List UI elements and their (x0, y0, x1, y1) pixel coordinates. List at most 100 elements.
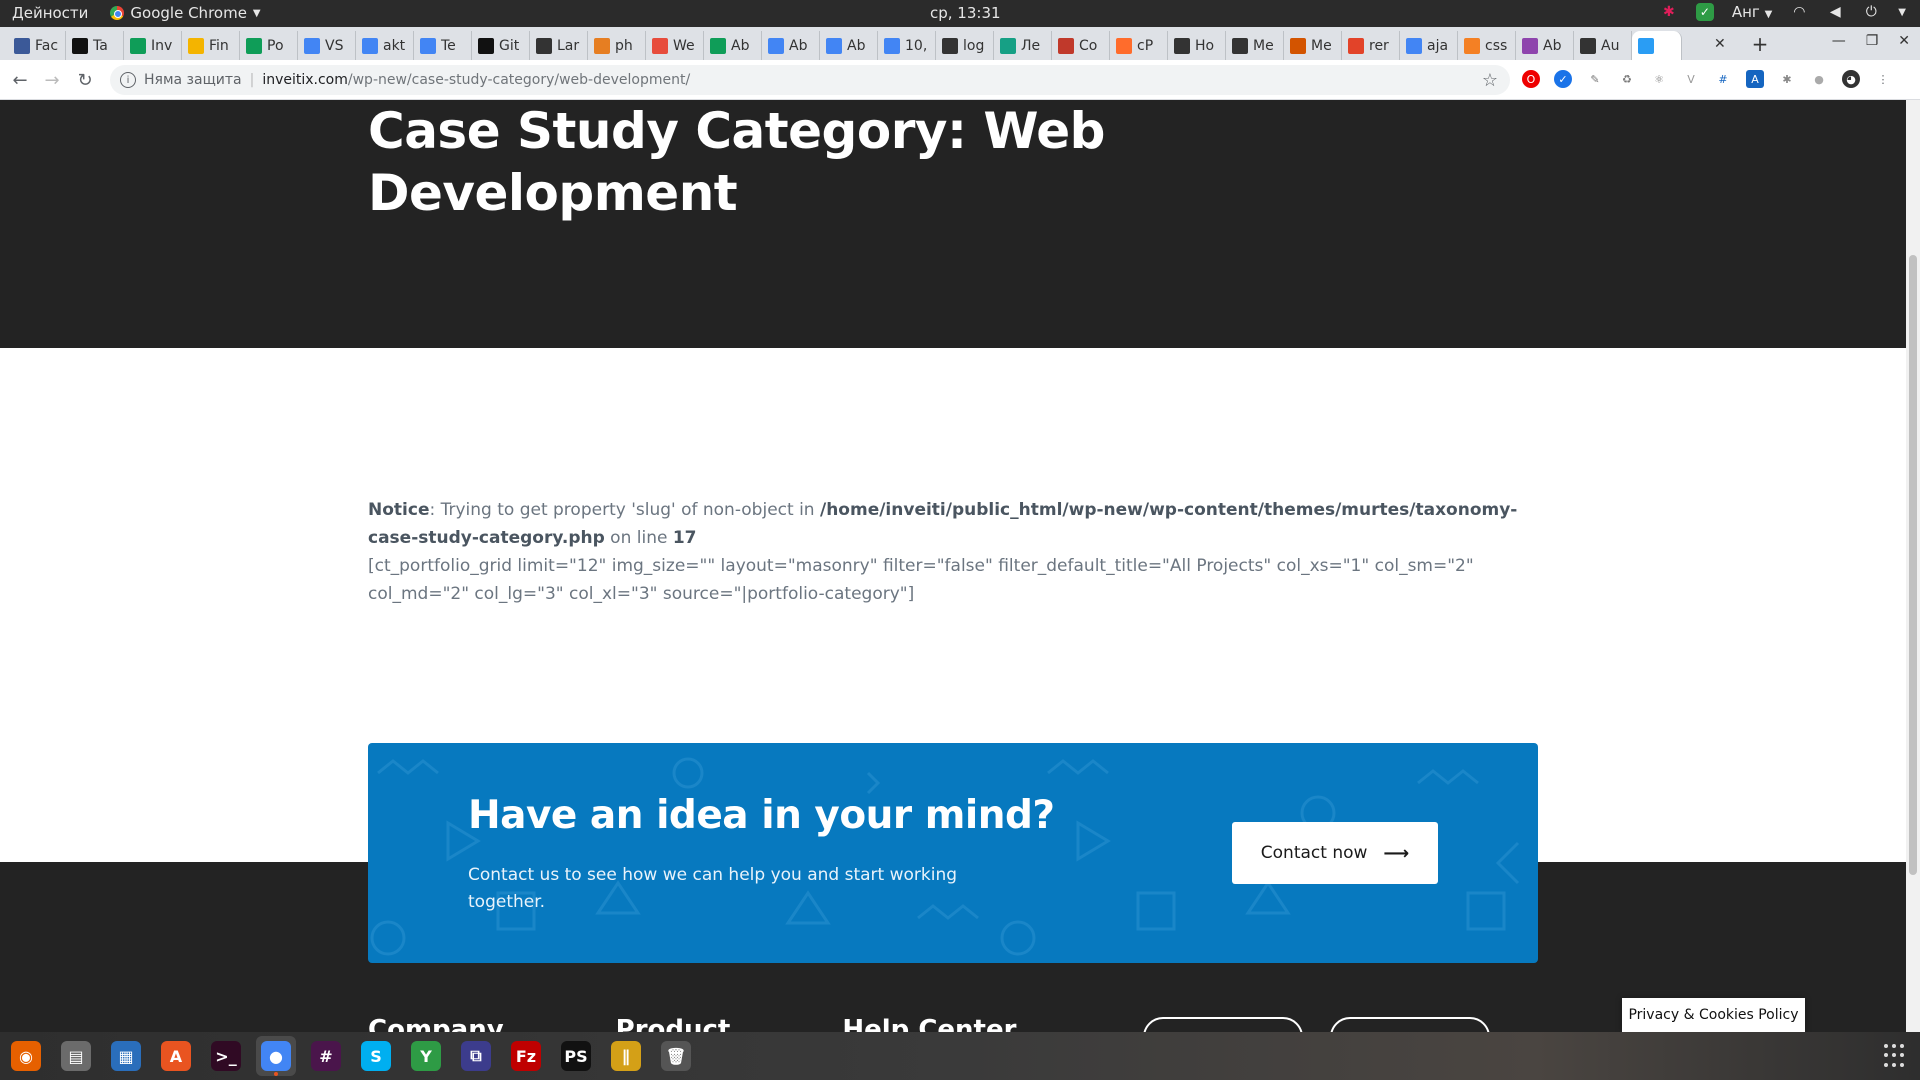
footer-heading-help-center: Help Center (842, 1015, 1017, 1032)
writer-icon[interactable]: ▦ (106, 1036, 146, 1076)
app-menu[interactable]: Google Chrome ▼ (110, 4, 261, 22)
profile-avatar-icon[interactable]: ◕ (1842, 70, 1860, 88)
footer-button[interactable] (1143, 1017, 1303, 1032)
more-menu-icon[interactable]: ⋮ (1874, 70, 1892, 88)
security-label[interactable]: Няма защита (144, 72, 242, 88)
browser-tab[interactable]: Ab (704, 31, 762, 60)
slack-icon[interactable]: # (306, 1036, 346, 1076)
dock: ◉ ▤ ▦ A >_ ● # S Y ⧉ Fz PS ∥ 🗑 (0, 1032, 1920, 1080)
react-devtools-icon[interactable]: ⚛ (1650, 70, 1668, 88)
update-tray-icon[interactable]: ✓ (1695, 3, 1714, 21)
browser-tab[interactable]: aja (1400, 31, 1458, 60)
browser-tab[interactable]: 10, (878, 31, 936, 60)
close-window-icon[interactable]: ✕ (1898, 33, 1910, 49)
browser-tab[interactable]: Fin (182, 31, 240, 60)
back-icon[interactable]: ← (8, 68, 32, 92)
running-indicator (274, 1072, 278, 1076)
browser-tab[interactable]: Git (472, 31, 530, 60)
wifi-icon[interactable]: ◠ (1790, 3, 1808, 21)
browser-tab[interactable]: akt (356, 31, 414, 60)
browser-tab[interactable]: We (646, 31, 704, 60)
browser-tab[interactable]: Co (1052, 31, 1110, 60)
browser-tab[interactable]: log (936, 31, 994, 60)
circle-extension-icon[interactable]: ● (1810, 70, 1828, 88)
privacy-cookies-policy-button[interactable]: Privacy & Cookies Policy (1622, 998, 1805, 1032)
new-tab-button[interactable]: + (1748, 32, 1772, 56)
yandex-icon[interactable]: Y (406, 1036, 446, 1076)
power-icon[interactable]: ⏻ (1862, 3, 1880, 21)
scrollbar-thumb[interactable] (1909, 255, 1917, 875)
volume-icon[interactable]: ◀ (1826, 3, 1844, 21)
browser-tab[interactable]: VS (298, 31, 356, 60)
browser-tab[interactable]: Me (1284, 31, 1342, 60)
browser-tab[interactable]: Ta (66, 31, 124, 60)
eyedropper-icon[interactable]: ✎ (1586, 70, 1604, 88)
browser-tab[interactable]: Ho (1168, 31, 1226, 60)
minimize-icon[interactable]: — (1832, 33, 1846, 49)
chevron-down-icon[interactable]: ▼ (1898, 7, 1906, 18)
browser-tab[interactable]: Ab (762, 31, 820, 60)
browser-tab[interactable]: ph (588, 31, 646, 60)
bookmark-star-icon[interactable]: ☆ (1482, 70, 1498, 91)
slack-tray-icon[interactable]: ✱ (1660, 3, 1678, 21)
notice-line-text: on line (604, 528, 673, 548)
terminal-icon[interactable]: >_ (206, 1036, 246, 1076)
browser-tab[interactable]: Fac (8, 31, 66, 60)
browser-tab[interactable]: Inv (124, 31, 182, 60)
footer-button[interactable] (1330, 1017, 1490, 1032)
files-icon-glyph: ▤ (61, 1041, 91, 1071)
tab-label: Ле (1021, 37, 1041, 54)
writer-icon-glyph: ▦ (111, 1041, 141, 1071)
browser-tab[interactable]: Ле (994, 31, 1052, 60)
phpstorm-icon[interactable]: PS (556, 1036, 596, 1076)
page-scrollbar[interactable] (1906, 100, 1920, 1032)
url-path: /wp-new/case-study-category/web-developm… (347, 72, 691, 88)
skype-icon[interactable]: S (356, 1036, 396, 1076)
browser-tab[interactable]: cP (1110, 31, 1168, 60)
browser-tab[interactable]: Te (414, 31, 472, 60)
close-tab-icon[interactable]: ✕ (1714, 36, 1726, 52)
browser-tab[interactable] (1632, 31, 1682, 60)
browser-tab[interactable]: Lar (530, 31, 588, 60)
reload-icon[interactable]: ↻ (73, 68, 97, 92)
tab-label: rer (1369, 37, 1389, 54)
software-center-icon[interactable]: A (156, 1036, 196, 1076)
address-bar[interactable]: i Няма защита | inveitix.com/wp-new/case… (110, 65, 1510, 95)
browser-tab[interactable]: Po (240, 31, 298, 60)
show-applications-icon[interactable] (1884, 1044, 1908, 1068)
tab-label: Ho (1195, 37, 1215, 54)
forward-icon[interactable]: → (40, 68, 64, 92)
browser-tab[interactable]: Ab (820, 31, 878, 60)
browser-tab[interactable]: css (1458, 31, 1516, 60)
keyboard-layout[interactable]: Анг ▼ (1732, 3, 1772, 21)
cta-heading: Have an idea in your mind? (468, 793, 1055, 838)
tab-label: Te (441, 37, 456, 54)
activities-button[interactable]: Дейности (12, 4, 88, 22)
pencils-icon[interactable]: ∥ (606, 1036, 646, 1076)
recycle-icon[interactable]: ♻ (1618, 70, 1636, 88)
browser-tab[interactable]: Ab (1516, 31, 1574, 60)
checkmark-extension-icon[interactable]: ✓ (1554, 70, 1572, 88)
a-extension-icon[interactable]: A (1746, 70, 1764, 88)
docs-icon (304, 37, 320, 54)
filezilla-icon[interactable]: Fz (506, 1036, 546, 1076)
browser-tab[interactable]: Au (1574, 31, 1632, 60)
remmina-icon[interactable]: ⧉ (456, 1036, 496, 1076)
vue-devtools-icon[interactable]: V (1682, 70, 1700, 88)
chrome-icon-glyph: ● (261, 1041, 291, 1071)
chrome-icon[interactable]: ● (256, 1036, 296, 1076)
restore-icon[interactable]: ❐ (1866, 33, 1879, 49)
info-icon[interactable]: i (120, 72, 136, 88)
invision-icon (1638, 37, 1654, 54)
contact-now-button[interactable]: Contact now ⟶ (1232, 822, 1438, 884)
bug-extension-icon[interactable]: ✱ (1778, 70, 1796, 88)
files-icon[interactable]: ▤ (56, 1036, 96, 1076)
browser-tab[interactable]: Me (1226, 31, 1284, 60)
firefox-icon[interactable]: ◉ (6, 1036, 46, 1076)
opera-vpn-icon[interactable]: O (1522, 70, 1540, 88)
grid-extension-icon[interactable]: # (1714, 70, 1732, 88)
system-clock[interactable]: ср, 13:31 (930, 4, 1001, 22)
url-host: inveitix.com (262, 72, 348, 88)
trash-icon[interactable]: 🗑 (656, 1036, 696, 1076)
browser-tab[interactable]: rer (1342, 31, 1400, 60)
